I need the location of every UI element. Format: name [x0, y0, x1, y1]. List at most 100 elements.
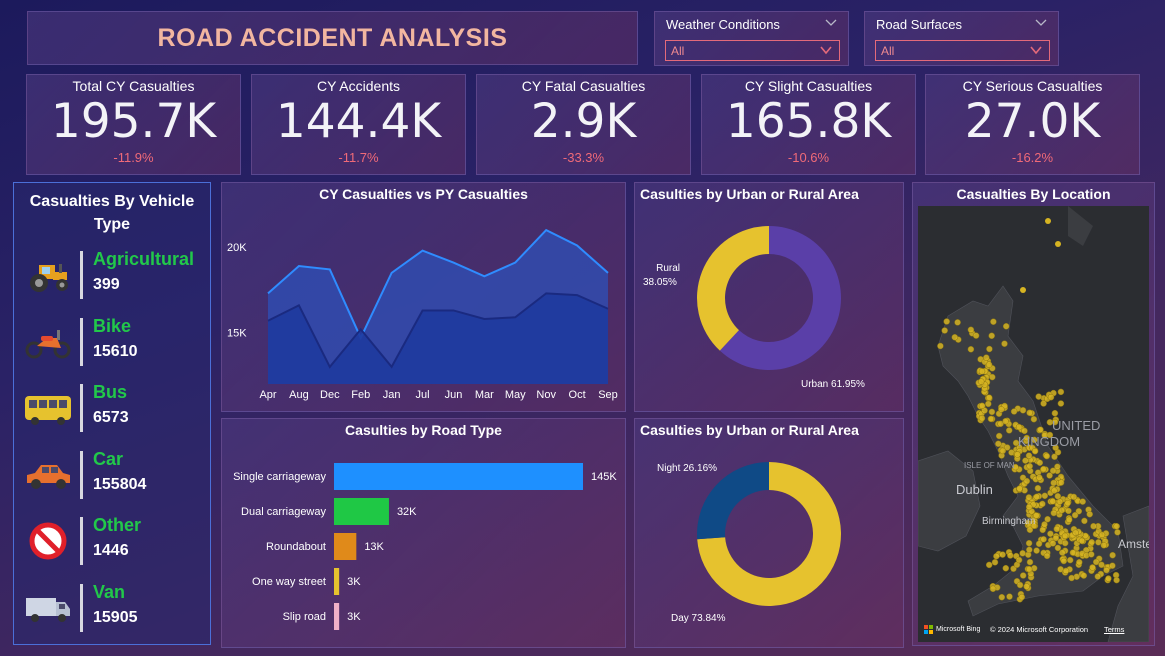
kpi-label: CY Serious Casualties [962, 78, 1103, 94]
chevron-down-icon[interactable] [1029, 45, 1043, 55]
casualty-dot [967, 346, 975, 353]
casualty-dot [1044, 515, 1051, 523]
divider [80, 251, 83, 299]
map-label: Amsterdam [1118, 537, 1149, 551]
casualty-dot [1076, 558, 1083, 566]
casualty-dot [985, 561, 993, 569]
road-surface-select[interactable]: All [875, 40, 1050, 61]
casualty-dot [1051, 487, 1058, 494]
casualty-dot [1021, 427, 1028, 435]
casualty-dot [972, 332, 980, 339]
kpi-value: 165.8K [725, 94, 892, 149]
casualty-dot [1002, 564, 1010, 572]
casualty-dot [1098, 531, 1106, 539]
casualty-dot [1058, 507, 1066, 514]
casualty-dot [1019, 550, 1026, 557]
casualty-dot [1050, 509, 1058, 517]
vehicle-row-agricultural: Agricultural 399 [14, 249, 210, 301]
filter-road-surfaces: Road Surfaces All [864, 11, 1059, 66]
casualty-dot [978, 402, 986, 410]
donut-slice-rural [697, 226, 769, 351]
casualty-dot [995, 440, 1002, 448]
casualty-dot [1039, 526, 1046, 534]
rural-percent: 38.05% [643, 277, 677, 288]
casualty-dot [989, 585, 997, 593]
kpi-delta: -11.9% [113, 150, 154, 165]
road-type-label: One way street [252, 576, 326, 588]
casualty-dot [1040, 465, 1047, 473]
vehicle-value: 155804 [93, 476, 147, 493]
kpi-delta: -11.7% [338, 150, 379, 165]
casualty-dot [1019, 572, 1027, 579]
casualty-dot [1006, 593, 1013, 600]
map-terms-link[interactable]: Terms [1104, 625, 1124, 634]
casualty-dot [1030, 415, 1038, 423]
casualty-dot [1034, 484, 1042, 492]
casualty-dot [1078, 537, 1086, 545]
x-tick-label: Mar [475, 389, 494, 401]
casualty-dot [1109, 551, 1116, 559]
casualty-dot [1055, 241, 1061, 247]
casualty-dot [1001, 340, 1008, 347]
cy-vs-py-panel: CY Casualties vs PY Casualties Apr Aug Dec… [221, 182, 626, 412]
casualty-dot [1047, 393, 1055, 401]
casualty-dot [1053, 525, 1061, 533]
casualty-dot [1068, 574, 1075, 582]
vehicle-name: Bike [93, 316, 132, 336]
casualty-dot [998, 593, 1006, 601]
select-value: All [881, 44, 895, 58]
divider [80, 451, 83, 499]
chevron-down-icon[interactable] [819, 45, 833, 55]
x-tick-label: Sep [598, 389, 618, 401]
day-night-panel: Casulties by Urban or Rural Area Night 2… [634, 418, 904, 648]
urban-rural-donut [697, 226, 841, 370]
vehicle-name: Car [93, 449, 124, 469]
kpi-label: CY Fatal Casualties [521, 78, 646, 94]
uk-map: UNITED KINGDOM ISLE OF MAN Dublin Birmin… [918, 206, 1149, 642]
casualty-dot [1033, 493, 1040, 501]
casualty-dot [999, 447, 1007, 455]
casualty-dot [988, 408, 996, 416]
casualty-dot [1026, 462, 1033, 470]
x-tick-label: Jan [383, 389, 401, 401]
road-type-chart: Single carriageway 145K Dual carriageway 32… [233, 463, 617, 630]
casualty-dot [1041, 521, 1048, 528]
casualty-dot [1026, 546, 1033, 554]
casualty-dot [1064, 499, 1071, 507]
map-canvas[interactable]: UNITED KINGDOM ISLE OF MAN Dublin Birmin… [918, 206, 1149, 642]
kpi-fatal-casualties: CY Fatal Casualties 2.9K -33.3% [476, 74, 691, 175]
chevron-down-icon[interactable] [1034, 17, 1048, 27]
chart-title: Casualties By Location [956, 186, 1111, 202]
casualty-dot [1040, 536, 1047, 543]
casualty-dot [1065, 507, 1072, 515]
kpi-value: 144.4K [275, 94, 442, 149]
x-tick-label: Apr [259, 389, 276, 401]
chevron-down-icon[interactable] [824, 17, 838, 27]
casualty-dot [1035, 393, 1042, 400]
casualty-dot [1018, 593, 1026, 601]
kpi-delta: -33.3% [562, 150, 605, 165]
casualty-dot [1023, 477, 1031, 485]
vehicle-panel-title: Casualties By Vehicle Type [29, 193, 195, 233]
map-label: KINGDOM [1018, 434, 1080, 449]
van-icon [26, 598, 70, 622]
casualty-dot [1016, 581, 1024, 589]
casualty-dot [1057, 479, 1065, 486]
kpi-accidents: CY Accidents 144.4K -11.7% [251, 74, 466, 175]
casualty-dot [977, 378, 985, 385]
casualty-dot [1020, 287, 1026, 293]
casualty-dot [1057, 400, 1065, 407]
casualty-dot [995, 432, 1003, 440]
filter-label: Road Surfaces [876, 17, 962, 32]
map-label: ISLE OF MAN [964, 461, 1015, 470]
casualty-dot [1037, 426, 1044, 433]
x-tick-label: Oct [569, 389, 586, 401]
road-type-bar [334, 498, 389, 525]
road-type-panel: Casulties by Road Type Single carriagewa… [221, 418, 626, 648]
weather-select[interactable]: All [665, 40, 840, 61]
casualty-dot [1088, 551, 1095, 558]
casualty-dot [1036, 474, 1043, 481]
casualty-dot [1095, 539, 1102, 546]
casualty-dot [1059, 549, 1066, 556]
casualty-dot [1054, 544, 1062, 552]
